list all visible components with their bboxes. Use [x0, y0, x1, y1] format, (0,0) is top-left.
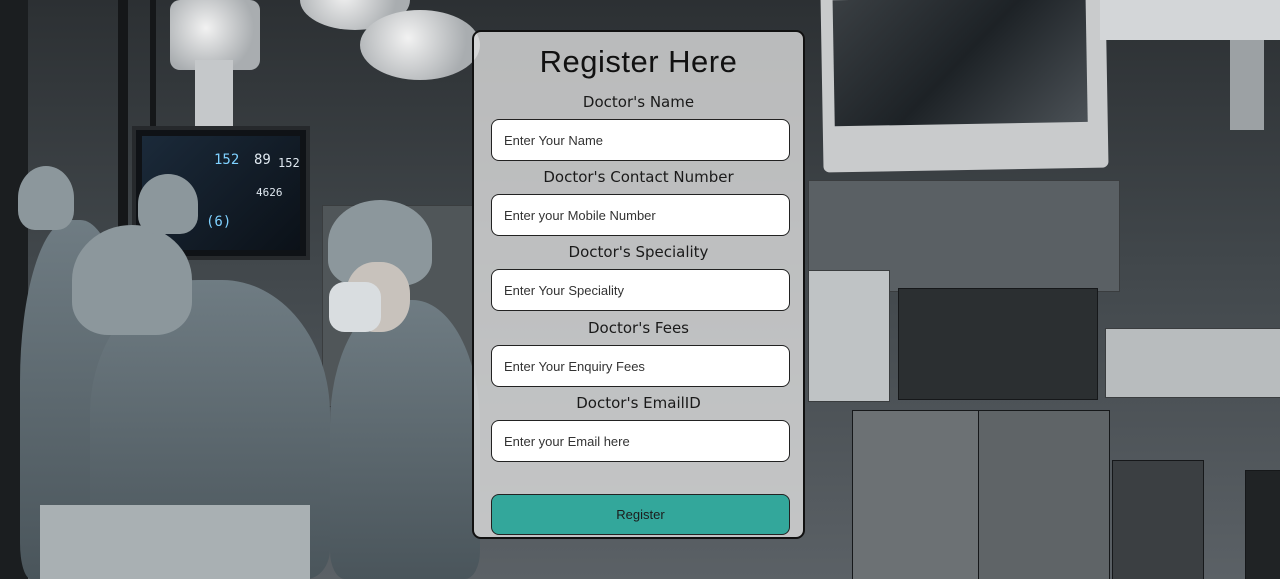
vital-signs-monitor: [898, 288, 1098, 400]
monitor-readout: 152: [214, 152, 240, 168]
fees-label: Doctor's Fees: [588, 319, 689, 337]
gauge-unit: [1112, 460, 1204, 579]
speciality-label: Doctor's Speciality: [568, 243, 709, 261]
anesthesia-control-panel: [978, 410, 1110, 579]
registration-form: Register Here Doctor's Name Doctor's Con…: [472, 30, 805, 539]
monitor-readout: 89: [254, 152, 271, 168]
form-title: Register Here: [539, 44, 738, 79]
surgeon-cap: [138, 174, 198, 234]
surgeon-cap: [18, 166, 74, 230]
speciality-input[interactable]: [491, 269, 790, 311]
anesthesia-control-panel: [852, 410, 980, 579]
register-button[interactable]: Register: [491, 494, 790, 535]
overhead-video-screen: [820, 0, 1109, 173]
monitor-readout: 4626: [256, 186, 283, 199]
monitor-readout: (6): [206, 214, 232, 230]
printer-unit: [1105, 328, 1280, 398]
ceiling-arm-column: [195, 60, 233, 130]
ceiling-arm-column: [1230, 40, 1264, 130]
ceiling-rail: [1100, 0, 1280, 40]
surgeon-cap: [72, 225, 192, 335]
equipment-display: [808, 270, 890, 402]
surgeon-figure: [330, 300, 480, 579]
email-input[interactable]: [491, 420, 790, 462]
email-label: Doctor's EmailID: [576, 394, 701, 412]
name-label: Doctor's Name: [582, 93, 695, 111]
contact-number-label: Doctor's Contact Number: [543, 168, 734, 186]
surgical-mask: [329, 282, 381, 332]
name-input[interactable]: [491, 119, 790, 161]
surgical-drape: [40, 505, 310, 579]
contact-number-input[interactable]: [491, 194, 790, 236]
monitor-readout: 152: [278, 156, 300, 170]
equipment-edge: [1245, 470, 1280, 579]
surgical-lamp: [360, 10, 480, 80]
fees-input[interactable]: [491, 345, 790, 387]
